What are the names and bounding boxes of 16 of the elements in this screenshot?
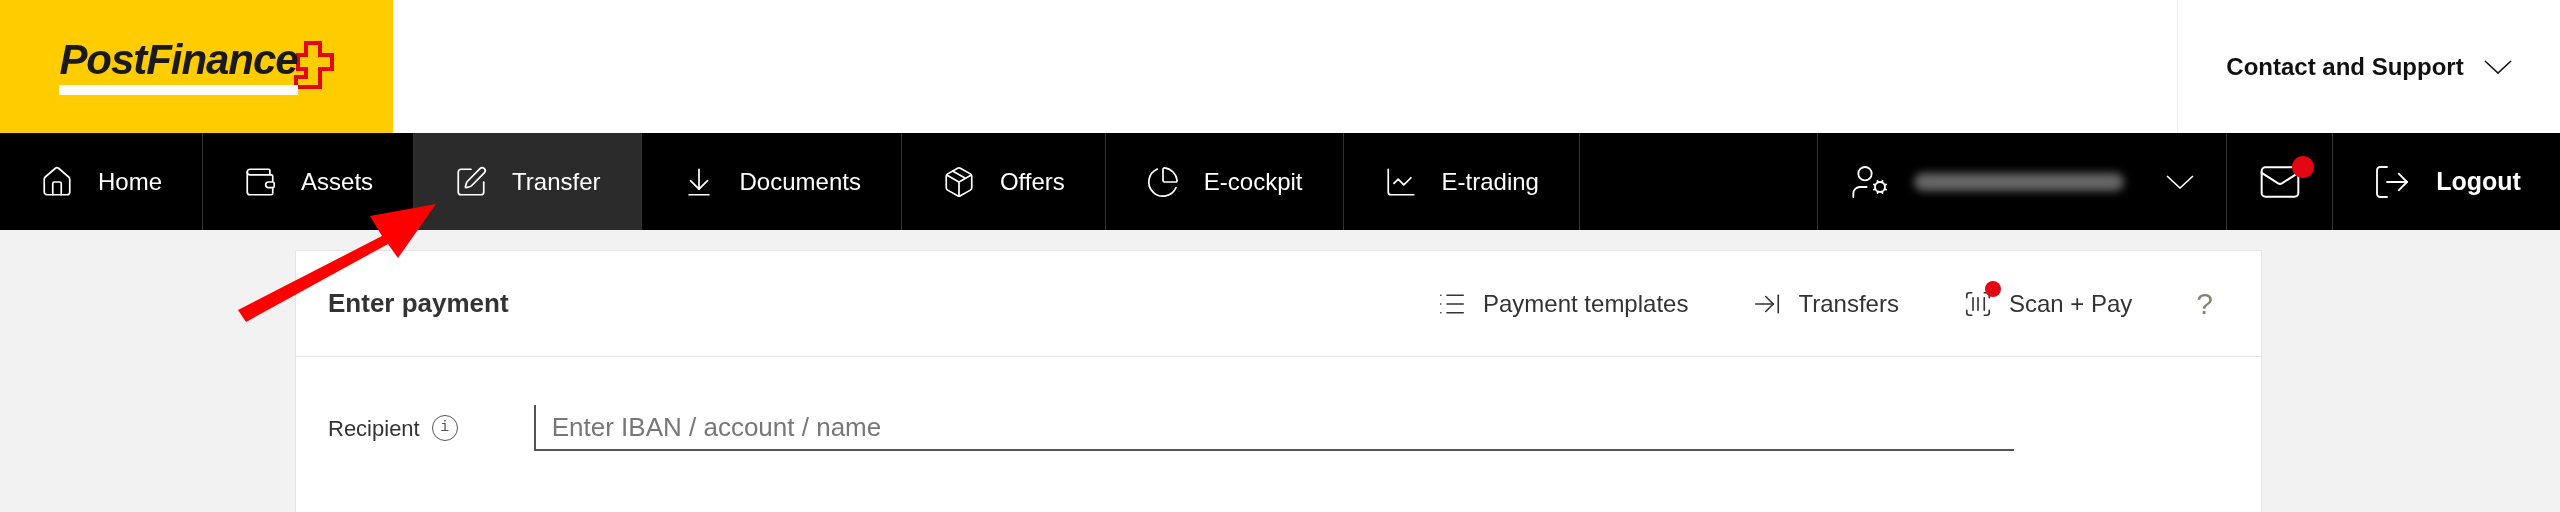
logo[interactable]: PostFinance [0, 0, 393, 133]
recipient-input[interactable]: Enter IBAN / account / name [533, 405, 2014, 451]
toolbar-link[interactable]: Transfers [1752, 285, 1899, 322]
pen-square-icon [454, 164, 489, 199]
nav-tab[interactable]: Transfer [414, 133, 642, 230]
card-title: Enter payment [328, 287, 509, 320]
field-label: Recipient [328, 414, 420, 443]
toolbar-link[interactable]: Payment templates [1437, 285, 1689, 322]
contact-support-dropdown[interactable]: Contact and Support [2226, 48, 2512, 85]
help-button[interactable]: ? [2196, 281, 2213, 326]
home-icon [40, 164, 74, 199]
chevron-down-icon [2166, 174, 2194, 189]
pie-chart-icon [1145, 164, 1180, 199]
chevron-down-icon [2483, 59, 2512, 74]
toolbar-link[interactable]: Scan + Pay [1962, 285, 2133, 322]
logout-button[interactable]: Logout [2333, 133, 2560, 230]
